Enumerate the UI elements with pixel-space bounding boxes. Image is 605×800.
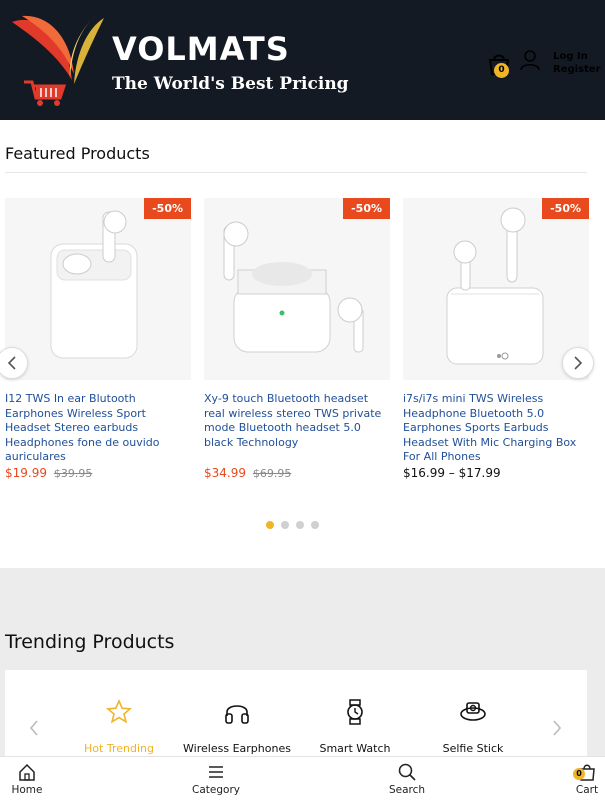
product-image[interactable]: -50% xyxy=(5,198,191,380)
product-price: $16.99 – $17.99 xyxy=(403,466,589,480)
smartwatch-icon xyxy=(347,699,363,725)
discount-badge: -50% xyxy=(144,198,191,219)
search-icon xyxy=(398,763,416,781)
product-image[interactable]: -50% xyxy=(204,198,390,380)
home-icon xyxy=(19,763,35,781)
carousel-dot[interactable] xyxy=(311,521,319,529)
discount-badge: -50% xyxy=(542,198,589,219)
category-label: Smart Watch xyxy=(319,742,391,755)
sale-price: $34.99 xyxy=(204,466,246,480)
earbuds-case-image xyxy=(223,221,364,353)
nav-cart-label: Cart xyxy=(575,784,599,796)
original-price: $39.95 xyxy=(53,467,93,480)
product-card[interactable]: -50% i7s/i7s mini TWS Wireless Headphone… xyxy=(403,198,589,480)
trending-category-smart-watch[interactable]: Smart Watch xyxy=(295,694,415,755)
price-range: $16.99 – $17.99 xyxy=(403,466,501,480)
star-icon xyxy=(106,699,132,724)
nav-cart-count-badge: 0 xyxy=(573,768,585,780)
brand-tagline: The World's Best Pricing xyxy=(112,74,349,94)
carousel-pagination xyxy=(266,514,326,529)
login-register-link[interactable]: Log In Register xyxy=(553,50,601,76)
product-title[interactable]: Xy-9 touch Bluetooth headset real wirele… xyxy=(204,392,390,464)
trending-next-button[interactable] xyxy=(551,718,563,743)
login-label[interactable]: Log In xyxy=(553,50,601,63)
product-card[interactable]: -50% I12 TWS In ear Blutooth Earphones W… xyxy=(5,198,191,480)
sale-price: $19.99 xyxy=(5,466,47,480)
carousel-dot[interactable] xyxy=(266,521,274,529)
carousel-prev-button[interactable] xyxy=(0,347,28,379)
chevron-right-icon xyxy=(553,720,562,736)
product-card[interactable]: -50% Xy-9 touch Bluetooth headset real w… xyxy=(204,198,390,480)
headphones-icon xyxy=(225,705,249,724)
trending-category-wireless-earphones[interactable]: Wireless Earphones xyxy=(177,694,297,755)
category-label: Hot Trending xyxy=(84,742,154,755)
menu-icon xyxy=(209,766,223,778)
bottom-navigation: Home Category Search Cart xyxy=(0,756,605,800)
carousel-dot[interactable] xyxy=(281,521,289,529)
product-title[interactable]: I12 TWS In ear Blutooth Earphones Wirele… xyxy=(5,392,191,464)
nav-home[interactable]: Home xyxy=(8,761,46,796)
camera-icon xyxy=(460,702,486,721)
trending-products-heading: Trending Products xyxy=(5,631,175,653)
category-label: Selfie Stick xyxy=(442,742,504,755)
earbuds-case-image xyxy=(50,210,138,359)
product-price: $19.99 $39.95 xyxy=(5,466,191,480)
nav-home-label: Home xyxy=(11,784,43,796)
discount-badge: -50% xyxy=(343,198,390,219)
section-divider xyxy=(5,172,587,173)
carousel-next-button[interactable] xyxy=(562,347,594,379)
nav-category-label: Category xyxy=(192,784,240,796)
nav-search[interactable]: Search xyxy=(384,761,430,796)
carousel-dot[interactable] xyxy=(296,521,304,529)
trending-category-hot-trending[interactable]: Hot Trending xyxy=(59,694,179,755)
user-icon[interactable] xyxy=(519,49,541,71)
product-title[interactable]: i7s/i7s mini TWS Wireless Headphone Blue… xyxy=(403,392,589,464)
trending-prev-button[interactable] xyxy=(28,718,40,743)
header-cart-count-badge: 0 xyxy=(494,63,509,78)
earbuds-case-image xyxy=(446,207,544,365)
category-label: Wireless Earphones xyxy=(183,742,291,755)
chevron-right-icon xyxy=(574,356,583,370)
volmats-logo[interactable] xyxy=(8,8,108,112)
trending-category-selfie-stick[interactable]: Selfie Stick xyxy=(413,694,533,755)
original-price: $69.95 xyxy=(252,467,292,480)
site-header: VOLMATS The World's Best Pricing 0 Log I… xyxy=(0,0,605,120)
register-label[interactable]: Register xyxy=(553,63,601,76)
nav-category[interactable]: Category xyxy=(186,761,246,796)
brand-name: VOLMATS xyxy=(112,30,290,68)
featured-products-heading: Featured Products xyxy=(5,144,150,163)
chevron-left-icon xyxy=(29,720,38,736)
product-image[interactable]: -50% xyxy=(403,198,589,380)
chevron-left-icon xyxy=(7,356,16,370)
product-price: $34.99 $69.95 xyxy=(204,466,390,480)
nav-search-label: Search xyxy=(388,784,426,796)
